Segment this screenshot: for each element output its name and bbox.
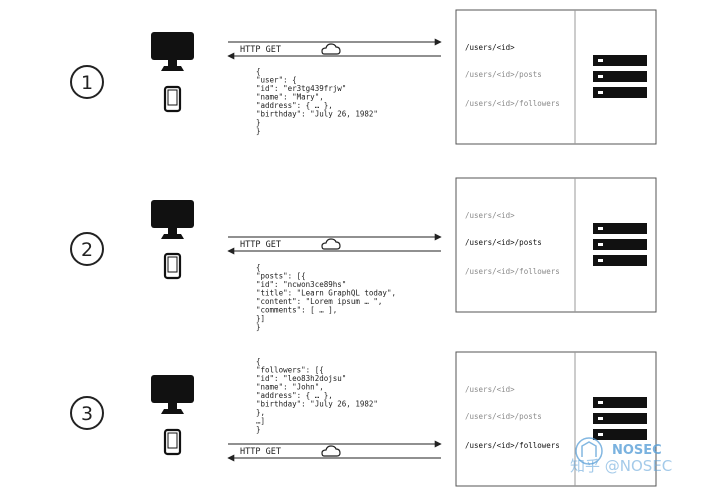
endpoint-active: /users/<id> <box>465 43 515 52</box>
step-number: 1 <box>81 72 93 94</box>
endpoint-panel: /users/<id> /users/<id>/posts/users/<id>/… <box>455 9 657 145</box>
endpoint: /users/<id> <box>465 211 515 220</box>
endpoint-active: /users/<id>/followers <box>465 441 560 450</box>
cloud-icon <box>321 238 341 250</box>
endpoint: /users/<id>/posts <box>465 412 542 421</box>
json-line: "birthday": "July 26, 1982" <box>256 110 378 119</box>
json-response: { "posts": [{ "id": "ncwon3ce89hs" "titl… <box>256 263 396 332</box>
smartphone-icon <box>163 252 182 280</box>
watermark-text: 知乎 @NOSEC <box>570 457 672 475</box>
endpoint: /users/<id>/posts <box>465 70 542 79</box>
desktop-monitor-icon <box>151 200 194 239</box>
watermark-brand: NOSEC <box>612 443 662 458</box>
json-line: } <box>256 425 261 434</box>
json-response: { "user": { "id": "er3tg439frjw" "name":… <box>256 67 378 136</box>
endpoint: /users/<id> <box>465 385 515 394</box>
cloud-icon <box>321 445 341 457</box>
endpoint: /users/<id>/followers <box>465 267 560 276</box>
server-rack-icon <box>593 55 647 98</box>
step-row: 2 HTTP GET { "posts": [{ "id": "ncwon3ce89… <box>70 177 657 332</box>
desktop-monitor-icon <box>151 375 194 414</box>
endpoint: /users/<id>/followers <box>465 99 560 108</box>
smartphone-icon <box>163 428 182 456</box>
json-line: "comments": [ … ], <box>256 306 337 315</box>
server-rack-icon <box>593 397 647 440</box>
request-label: HTTP GET <box>240 45 281 55</box>
json-line: "birthday": "July 26, 1982" <box>256 400 378 409</box>
json-line: } <box>256 323 261 332</box>
endpoint-panel: /users/<id> /users/<id>/posts/users/<id>/… <box>455 177 657 313</box>
json-response: { "followers": [{ "id": "leo83h2dojsu" "… <box>256 357 378 434</box>
smartphone-icon <box>163 85 182 113</box>
request-label: HTTP GET <box>240 240 281 250</box>
server-rack-icon <box>593 223 647 266</box>
desktop-monitor-icon <box>151 32 194 71</box>
step-row: 3 HTTP GET { "followers": [{ "id": "leo83h… <box>70 351 657 487</box>
json-line: } <box>256 127 261 136</box>
request-label: HTTP GET <box>240 447 281 457</box>
step-row: 1 HTTP GET { "user": { "id": "er3tg439frjw… <box>70 9 657 145</box>
step-number: 2 <box>81 239 93 261</box>
cloud-icon <box>321 43 341 55</box>
step-number: 3 <box>81 403 93 425</box>
watermark: NOSEC知乎 @NOSEC <box>570 437 672 475</box>
rest-requests-diagram: 1 HTTP GET { "user": { "id": "er3tg439frjw… <box>70 9 672 487</box>
endpoint-active: /users/<id>/posts <box>465 238 542 247</box>
